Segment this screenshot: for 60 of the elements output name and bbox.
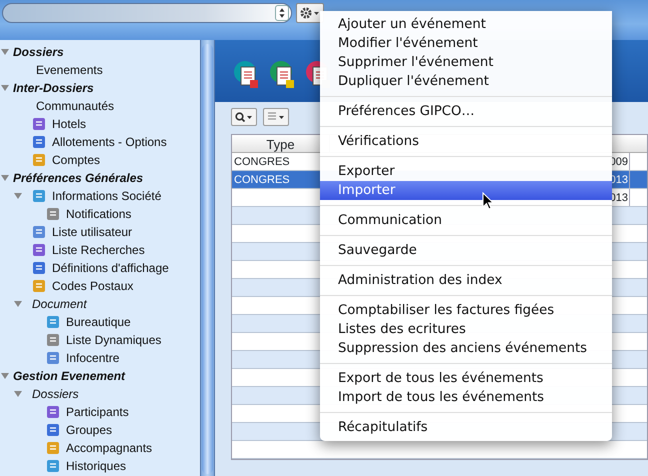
menu-item[interactable]: Récapitulatifs bbox=[320, 418, 612, 437]
tree-folder-label[interactable]: Dossiers bbox=[32, 385, 79, 403]
menu-item[interactable]: Sauvegarde bbox=[320, 241, 612, 260]
scrollbar[interactable] bbox=[200, 40, 215, 476]
expanded-triangle-icon[interactable] bbox=[14, 300, 22, 308]
expanded-triangle-icon[interactable] bbox=[1, 372, 9, 380]
expanded-triangle-icon[interactable] bbox=[14, 390, 22, 398]
menu-item[interactable]: Supprimer l'événement bbox=[320, 53, 612, 72]
menu-item[interactable]: Dupliquer l'événement bbox=[320, 72, 612, 91]
dropdown-field[interactable] bbox=[2, 3, 292, 23]
settings-button[interactable] bbox=[296, 3, 324, 23]
tree-group-label[interactable]: Préférences Générales bbox=[13, 169, 144, 187]
menu-item[interactable]: Suppression des anciens événements bbox=[320, 339, 612, 358]
tree-item[interactable]: Allotements - Options bbox=[52, 133, 167, 151]
menu-item[interactable]: Préférences GIPCO… bbox=[320, 102, 612, 121]
notebook-icon[interactable] bbox=[269, 60, 297, 90]
tree-item[interactable]: Historiques bbox=[66, 457, 126, 475]
tree-item[interactable]: Notifications bbox=[66, 205, 132, 223]
menu-item[interactable]: Modifier l'événement bbox=[320, 34, 612, 53]
menu-item[interactable]: Administration des index bbox=[320, 271, 612, 290]
table-cell-text: CONGRES bbox=[233, 173, 291, 188]
menu-item[interactable]: Ajouter un événement bbox=[320, 15, 612, 34]
tree-item[interactable]: Participants bbox=[66, 403, 129, 421]
tree-item[interactable]: Hotels bbox=[52, 115, 86, 133]
expanded-triangle-icon[interactable] bbox=[1, 174, 9, 182]
menu-item[interactable]: Export de tous les événements bbox=[320, 369, 612, 388]
tree-item[interactable]: Comptes bbox=[52, 151, 100, 169]
list-view-button[interactable] bbox=[263, 108, 289, 126]
tree-group-label[interactable]: Gestion Evenement bbox=[13, 367, 126, 385]
expanded-triangle-icon[interactable] bbox=[1, 84, 9, 92]
tree-item[interactable]: Infocentre bbox=[66, 349, 120, 367]
tree-item[interactable]: Codes Postaux bbox=[52, 277, 134, 295]
tree-item[interactable]: Bureautique bbox=[66, 313, 131, 331]
expanded-triangle-icon[interactable] bbox=[14, 192, 22, 200]
stepper-icon[interactable] bbox=[275, 5, 289, 21]
menu-item[interactable]: Importer bbox=[320, 181, 612, 200]
tree-group-label[interactable]: Inter-Dossiers bbox=[13, 79, 94, 97]
pointer-icon bbox=[482, 192, 494, 210]
menu-item[interactable]: Comptabiliser les factures figées bbox=[320, 301, 612, 320]
menu-item[interactable]: Import de tous les événements bbox=[320, 388, 612, 407]
tree-item[interactable]: Evenements bbox=[36, 61, 103, 79]
tree-item[interactable]: Liste utilisateur bbox=[52, 223, 132, 241]
menu-item[interactable]: Listes des ecritures bbox=[320, 320, 612, 339]
tree-group-label[interactable]: Dossiers bbox=[13, 43, 64, 61]
tree-item[interactable]: Définitions d'affichage bbox=[52, 259, 169, 277]
list-icon bbox=[267, 112, 285, 122]
tree-item[interactable]: Informations Société bbox=[52, 187, 162, 205]
expanded-triangle-icon[interactable] bbox=[1, 48, 9, 56]
table-cell-text: CONGRES bbox=[233, 155, 291, 170]
notebook-icon[interactable] bbox=[233, 60, 261, 90]
tree-item[interactable]: Communautés bbox=[36, 97, 114, 115]
tree-item[interactable]: Liste Dynamiques bbox=[66, 331, 162, 349]
gear-icon bbox=[300, 7, 320, 19]
search-icon bbox=[235, 112, 253, 122]
tree-item[interactable]: Groupes bbox=[66, 421, 112, 439]
menu-item[interactable]: Communication bbox=[320, 211, 612, 230]
tree-folder-label[interactable]: Document bbox=[32, 295, 87, 313]
tree-item[interactable]: Liste Recherches bbox=[52, 241, 145, 259]
tree-item[interactable]: Accompagnants bbox=[66, 439, 152, 457]
search-button[interactable] bbox=[231, 108, 257, 126]
